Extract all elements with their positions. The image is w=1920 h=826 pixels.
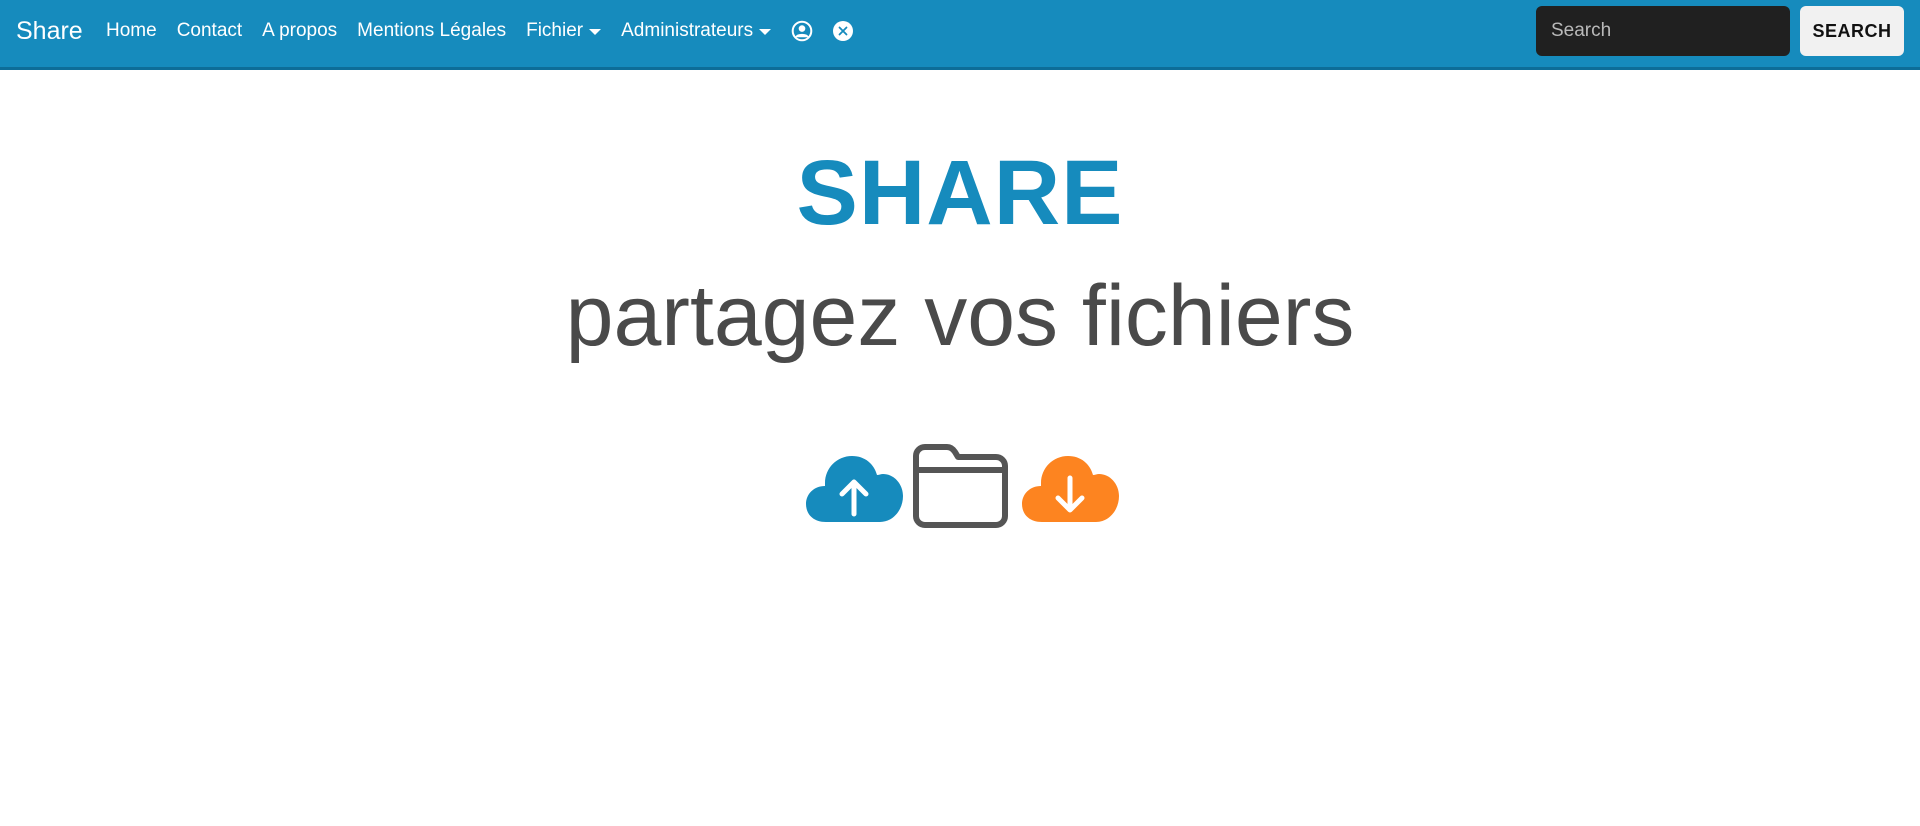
navbar-brand[interactable]: Share [16,14,83,48]
top-navbar: Share Home Contact A propos Mentions Lég… [0,0,1920,70]
nav-links: Home Contact A propos Mentions Légales F… [96,19,863,43]
nav-link-a-propos[interactable]: A propos [252,19,347,43]
nav-link-mentions-legales[interactable]: Mentions Légales [347,19,516,43]
caret-down-icon [759,29,772,35]
user-circle-icon[interactable] [791,20,813,42]
nav-dropdown-fichier[interactable]: Fichier [516,19,611,43]
hero-title: SHARE [796,142,1124,244]
caret-down-icon [589,29,602,35]
search-button[interactable]: SEARCH [1800,6,1904,56]
cloud-download-icon [1022,456,1119,522]
hero-icons [798,440,1122,530]
nav-link-contact[interactable]: Contact [167,19,252,43]
hero-subtitle: partagez vos fichiers [565,268,1355,364]
nav-dropdown-administrateurs-label: Administrateurs [621,20,754,41]
nav-dropdown-fichier-label: Fichier [526,20,584,41]
close-circle-icon[interactable] [832,20,854,42]
nav-dropdown-administrateurs[interactable]: Administrateurs [611,19,781,43]
cloud-upload-icon [806,456,903,522]
folder-icon [913,444,1008,528]
search-input[interactable] [1536,6,1790,56]
nav-link-home[interactable]: Home [96,19,167,43]
